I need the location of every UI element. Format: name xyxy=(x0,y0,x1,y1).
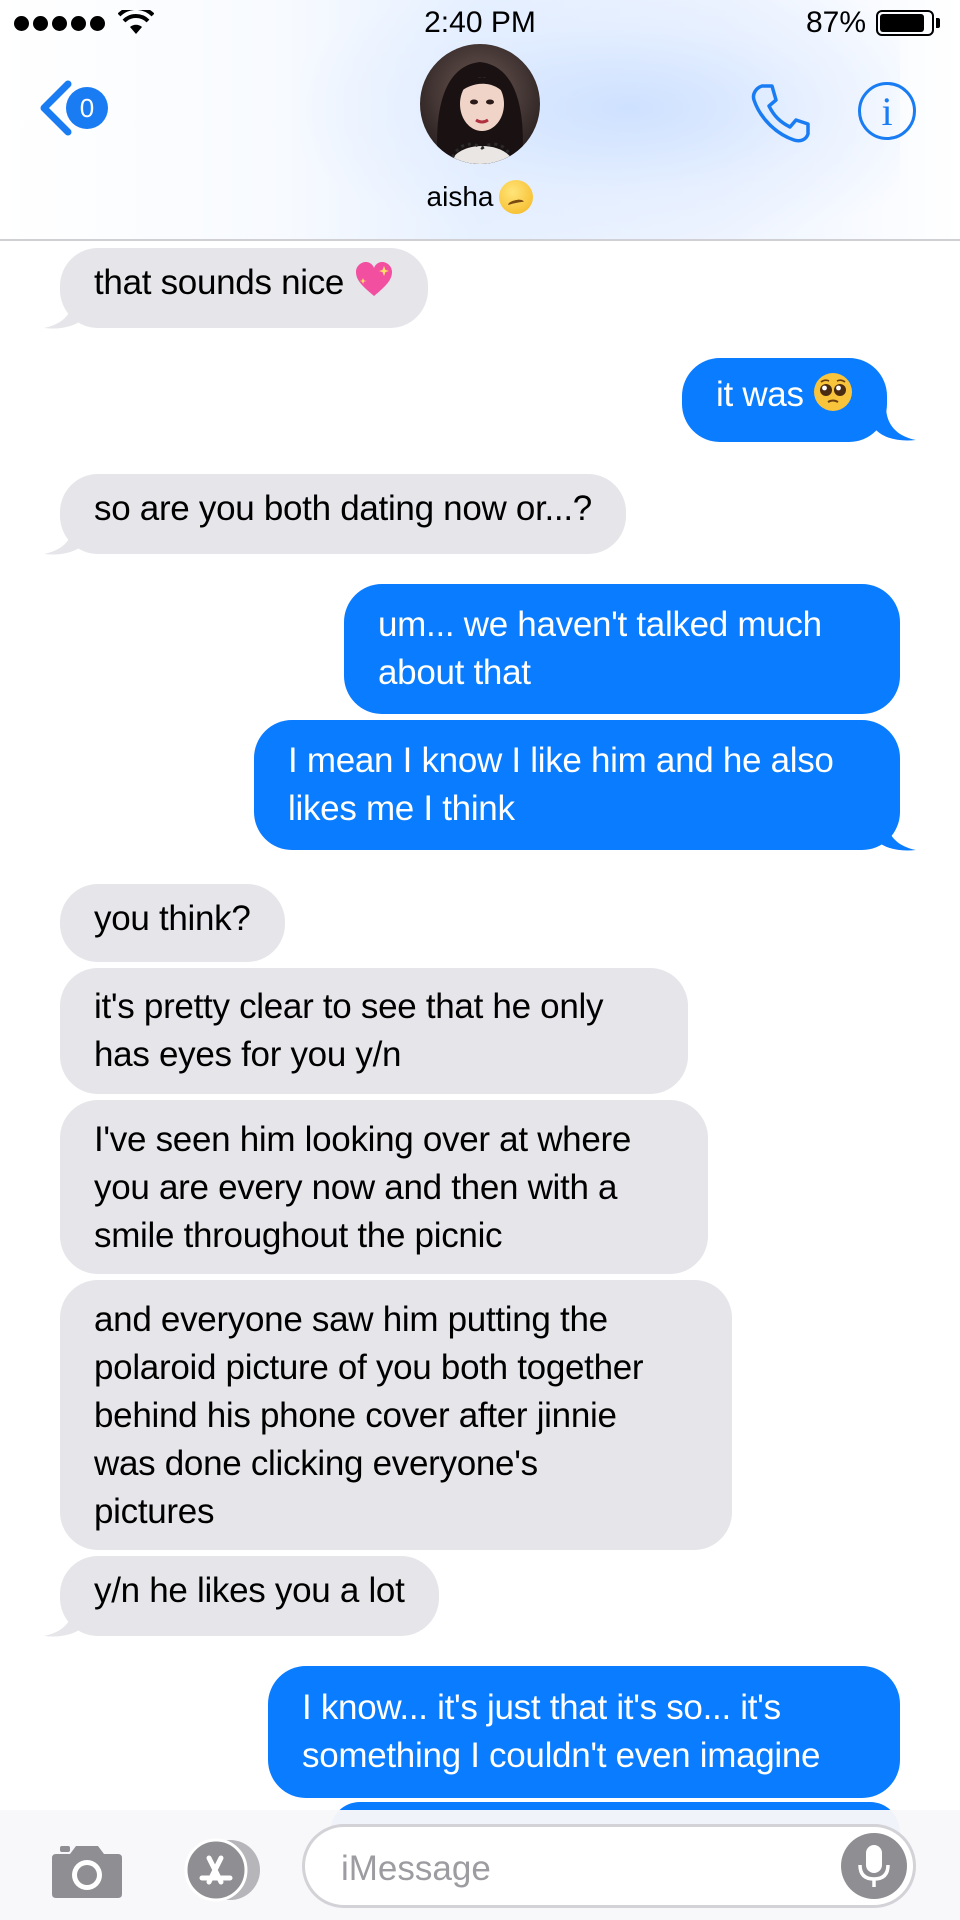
contact-name[interactable]: aisha xyxy=(0,180,960,214)
status-bar: 2:40 PM 87% xyxy=(0,0,960,46)
conversation-header: 2:40 PM 87% 0 aisha i xyxy=(0,0,960,241)
outgoing-message[interactable]: I mean I know I like him and he also lik… xyxy=(254,720,900,850)
incoming-message[interactable]: I've seen him looking over at where you … xyxy=(60,1100,708,1274)
outgoing-message[interactable]: I know... it's just that it's so... it's… xyxy=(268,1666,900,1798)
incoming-message[interactable]: y/n he likes you a lot xyxy=(60,1556,439,1636)
microphone-icon[interactable] xyxy=(841,1833,907,1899)
imessage-input[interactable]: iMessage xyxy=(302,1824,916,1908)
sparkling-heart-icon xyxy=(355,262,392,296)
back-button[interactable]: 0 xyxy=(38,80,108,136)
pleading-face-icon xyxy=(814,373,853,411)
phone-call-icon[interactable] xyxy=(748,80,814,146)
incoming-message[interactable]: that sounds nice xyxy=(60,248,428,328)
message-placeholder: iMessage xyxy=(341,1849,491,1888)
battery-icon xyxy=(876,10,934,36)
bubble-tail xyxy=(44,1602,84,1637)
info-icon[interactable]: i xyxy=(858,82,916,140)
woozy-face-icon xyxy=(499,180,534,214)
bubble-tail xyxy=(44,294,84,329)
incoming-message[interactable]: so are you both dating now or...? xyxy=(60,474,626,554)
unread-count-badge: 0 xyxy=(66,87,108,129)
bubble-tail xyxy=(876,816,916,851)
compose-bar: iMessage xyxy=(0,1810,960,1920)
contact-avatar[interactable] xyxy=(420,44,540,164)
incoming-message[interactable]: you think? xyxy=(60,884,285,962)
camera-icon[interactable] xyxy=(50,1842,124,1900)
bubble-tail xyxy=(876,406,916,441)
bubble-tail xyxy=(44,520,84,555)
outgoing-message[interactable]: um... we haven't talked much about that xyxy=(344,584,900,714)
outgoing-message[interactable]: it was xyxy=(682,358,888,442)
incoming-message[interactable]: and everyone saw him putting the polaroi… xyxy=(60,1280,732,1550)
incoming-message[interactable]: it's pretty clear to see that he only ha… xyxy=(60,968,688,1094)
app-store-icon[interactable] xyxy=(176,1838,266,1902)
battery-percentage: 87% xyxy=(805,6,866,39)
